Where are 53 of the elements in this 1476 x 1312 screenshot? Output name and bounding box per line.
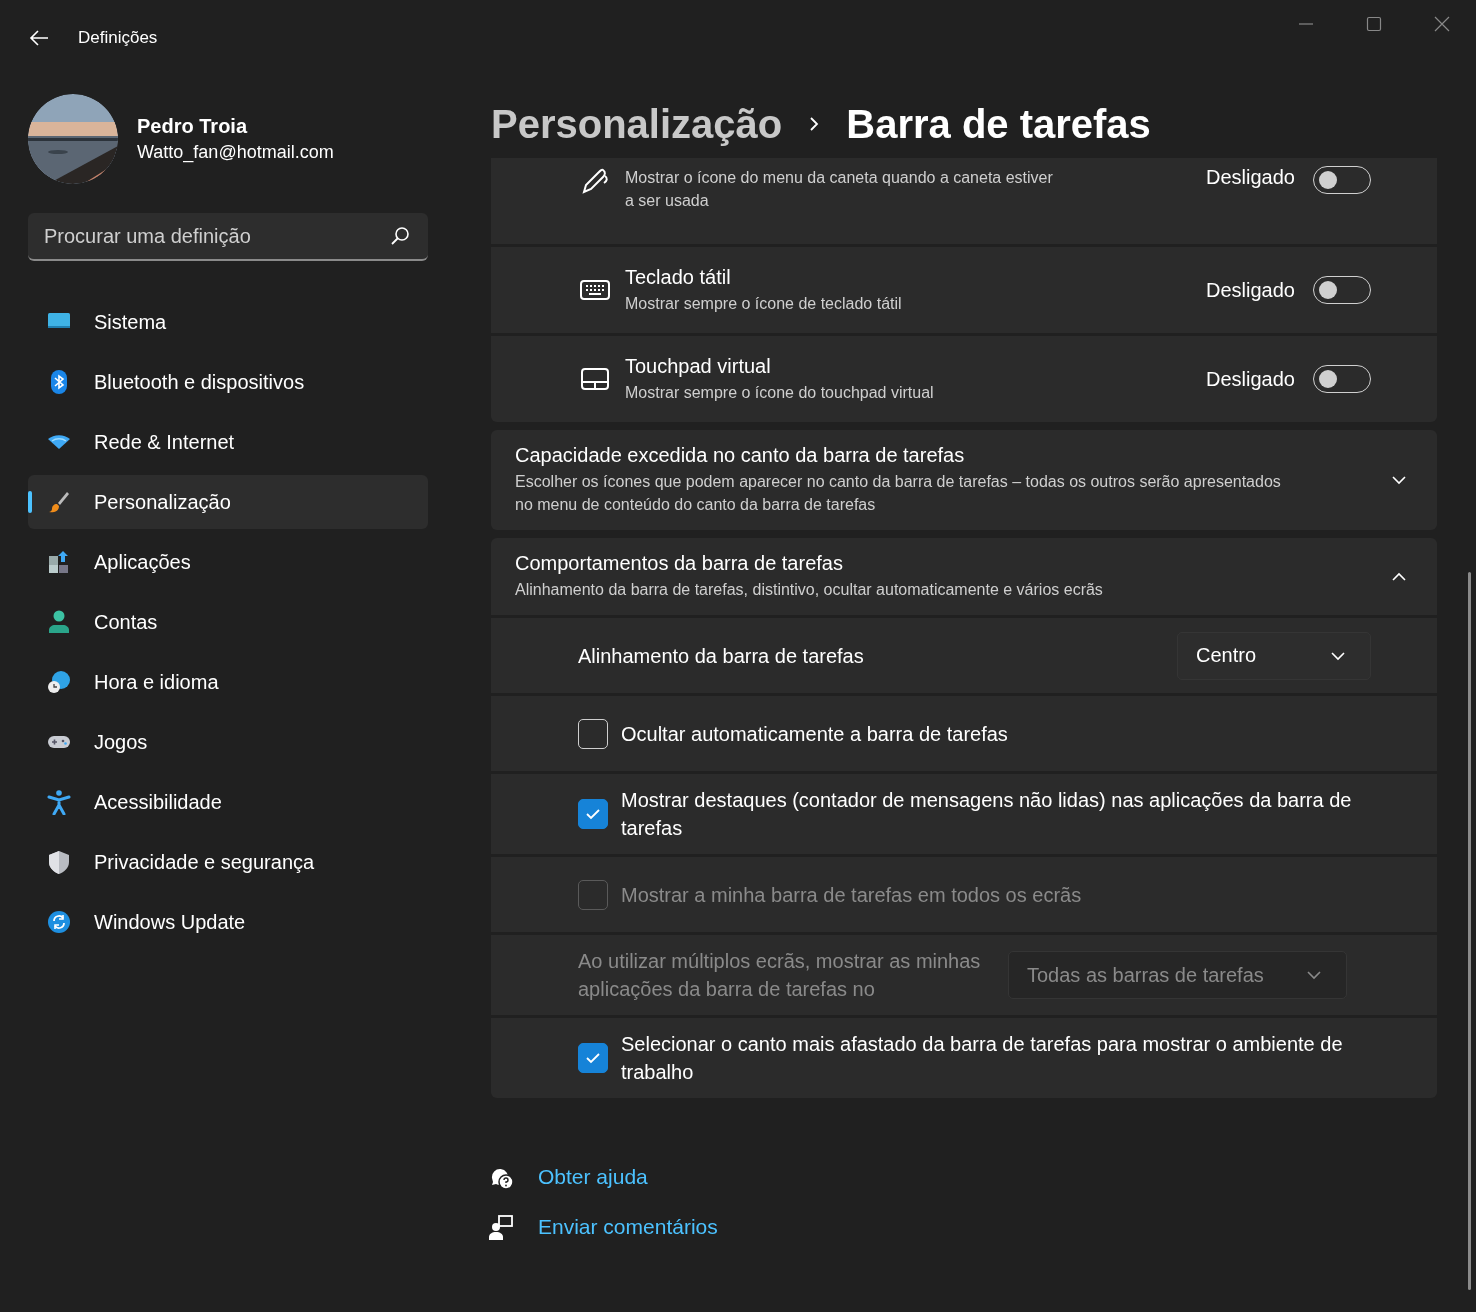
toggle-state: Desligado xyxy=(1206,166,1295,189)
section-title: Capacidade excedida no canto da barra de tarefas xyxy=(515,444,966,467)
setting-title: Teclado tátil xyxy=(625,265,732,289)
setting-description: Mostrar sempre o ícone de teclado tátil xyxy=(625,293,903,314)
search-field[interactable]: Procurar uma definição xyxy=(28,213,428,261)
close-icon xyxy=(1434,16,1450,32)
checkbox[interactable] xyxy=(578,1043,608,1073)
minimize-icon xyxy=(1298,23,1314,25)
toggle-state: Desligado xyxy=(1206,278,1295,302)
shield-icon xyxy=(46,849,72,875)
nav-item[interactable]: Sistema xyxy=(28,295,428,349)
setting-title: Touchpad virtual xyxy=(625,354,772,378)
refresh-icon xyxy=(46,909,72,935)
nav-item[interactable]: Jogos xyxy=(28,715,428,769)
nav-item[interactable]: Contas xyxy=(28,595,428,649)
setting-description: Mostrar sempre o ícone do touchpad virtual xyxy=(625,382,935,403)
nav-item[interactable]: Privacidade e segurança xyxy=(28,835,428,889)
checkbox-label: Mostrar a minha barra de tarefas em todos os ecrãs xyxy=(621,882,1083,908)
search-icon xyxy=(390,226,410,246)
accessibility-icon xyxy=(46,789,72,815)
nav-item[interactable]: Personalização xyxy=(28,475,428,529)
checkbox[interactable] xyxy=(578,799,608,829)
setting-label: Alinhamento da barra de tarefas xyxy=(578,643,865,669)
expander-header[interactable] xyxy=(491,430,1437,530)
person-icon xyxy=(46,609,72,635)
maximize-icon xyxy=(1366,16,1382,32)
globe-clock-icon xyxy=(46,669,72,695)
user-name: Pedro Troia xyxy=(137,115,249,138)
window-title: Definições xyxy=(78,27,158,48)
nav-item[interactable]: Windows Update xyxy=(28,895,428,949)
section-title: Comportamentos da barra de tarefas xyxy=(515,552,844,575)
expander-header[interactable]: Comportamentos da barra de tarefas Alinhamento da barra de tarefas, distintivo, ocultar automaticamente e vários ecrãs xyxy=(491,538,1437,615)
page-title: Barra de tarefas xyxy=(846,101,1151,147)
checkbox-label: Mostrar destaques (contador de mensagens não lidas) nas aplicações da barra de tarefas xyxy=(621,788,1353,841)
dropdown[interactable]: Centro xyxy=(1177,631,1371,680)
nav-item[interactable]: Hora e idioma xyxy=(28,655,428,709)
section-description: Escolher os ícones que podem aparecer no canto da barra de tarefas – todas os outros serão apresentados no menu de conteúdo do canto da barra de tarefas xyxy=(515,472,1282,515)
checkbox-label: Selecionar o canto mais afastado da barra de tarefas para mostrar o ambiente de trabalho xyxy=(621,1032,1344,1085)
setting-label: Ao utilizar múltiplos ecrãs, mostrar as minhas aplicações da barra de tarefas no xyxy=(578,949,982,1002)
checkbox-label: Ocultar automaticamente a barra de tarefas xyxy=(621,721,1009,747)
toggle-state: Desligado xyxy=(1206,367,1295,391)
help-link[interactable]: Obter ajuda xyxy=(538,1165,648,1189)
nav-item[interactable]: Bluetooth e dispositivos xyxy=(28,355,428,409)
setting-description: Mostrar o ícone do menu da caneta quando a caneta estiver a ser usada xyxy=(625,168,1054,211)
nav-item[interactable]: Rede & Internet xyxy=(28,415,428,469)
section-description: Alinhamento da barra de tarefas, distintivo, ocultar automaticamente e vários ecrãs xyxy=(515,580,1104,600)
breadcrumb-link[interactable]: Personalização xyxy=(491,101,783,147)
scrollbar[interactable] xyxy=(1468,572,1471,1290)
user-email: Watto_fan@hotmail.com xyxy=(137,142,334,163)
nav-item[interactable]: Acessibilidade xyxy=(28,775,428,829)
feedback-icon xyxy=(488,1214,514,1240)
nav-item[interactable]: Aplicações xyxy=(28,535,428,589)
help-link[interactable]: Enviar comentários xyxy=(538,1215,718,1239)
